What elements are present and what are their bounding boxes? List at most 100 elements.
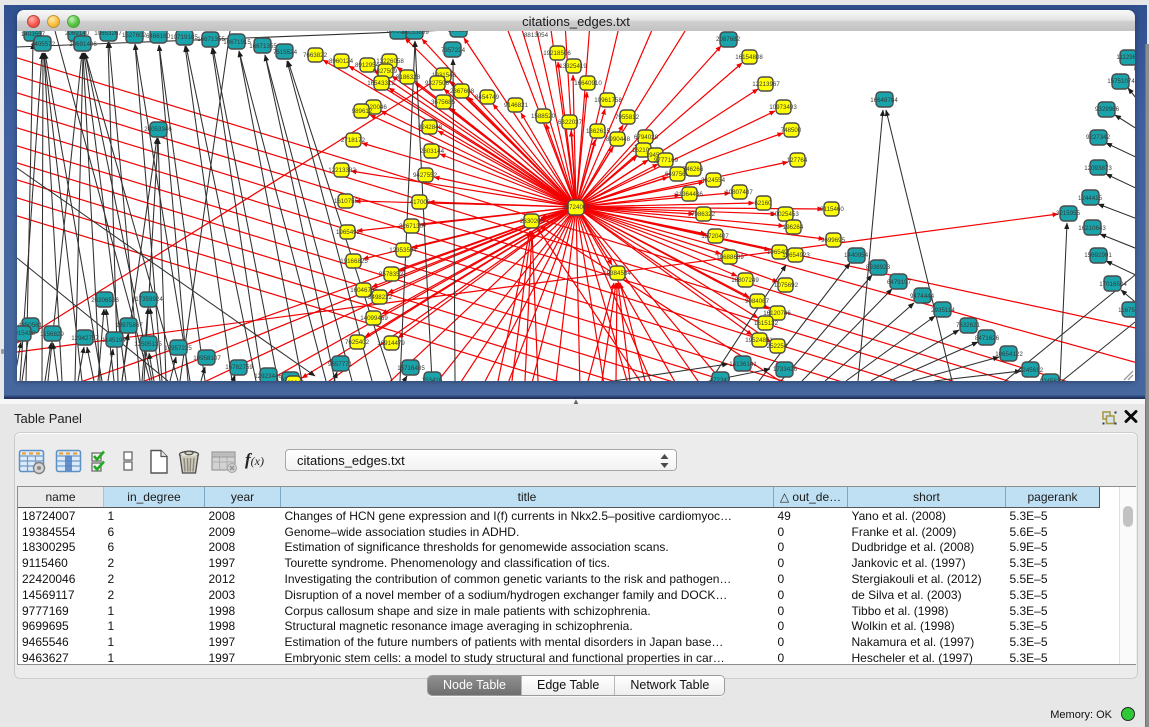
svg-text:1527602: 1527602 bbox=[122, 32, 147, 39]
svg-text:153416: 153416 bbox=[422, 377, 443, 381]
svg-text:6479197: 6479197 bbox=[887, 279, 912, 286]
svg-text:14099469: 14099469 bbox=[360, 315, 388, 322]
svg-text:8578352: 8578352 bbox=[379, 271, 404, 278]
svg-text:2087682: 2087682 bbox=[716, 36, 741, 43]
svg-text:10671915: 10671915 bbox=[223, 39, 251, 46]
svg-text:3624554: 3624554 bbox=[701, 177, 726, 184]
svg-text:1167533: 1167533 bbox=[1118, 307, 1135, 314]
svg-text:21364436: 21364436 bbox=[675, 191, 703, 198]
svg-text:10688609: 10688609 bbox=[716, 254, 744, 261]
svg-text:3675685: 3675685 bbox=[431, 99, 456, 106]
svg-text:17957225: 17957225 bbox=[164, 345, 192, 352]
svg-text:14136141: 14136141 bbox=[729, 361, 757, 368]
svg-text:1156829: 1156829 bbox=[40, 331, 64, 338]
svg-text:19654923: 19654923 bbox=[782, 252, 810, 259]
svg-text:16154808: 16154808 bbox=[735, 54, 763, 61]
svg-text:16543312: 16543312 bbox=[367, 80, 395, 87]
svg-text:10719185: 10719185 bbox=[170, 34, 198, 41]
svg-text:9242848: 9242848 bbox=[418, 124, 443, 131]
svg-text:9327509: 9327509 bbox=[373, 68, 398, 75]
svg-text:17359924: 17359924 bbox=[135, 296, 163, 303]
svg-text:3915412: 3915412 bbox=[17, 330, 36, 337]
svg-text:4405572: 4405572 bbox=[31, 41, 56, 48]
svg-text:6466160: 6466160 bbox=[146, 33, 171, 40]
svg-text:127764: 127764 bbox=[787, 157, 808, 164]
svg-text:16782759: 16782759 bbox=[225, 364, 253, 371]
svg-text:2803144: 2803144 bbox=[420, 148, 445, 155]
svg-text:746266: 746266 bbox=[683, 166, 704, 173]
svg-text:10654122: 10654122 bbox=[995, 351, 1023, 358]
svg-text:20206536: 20206536 bbox=[91, 297, 119, 304]
svg-text:196264: 196264 bbox=[783, 224, 804, 231]
svg-text:20691406: 20691406 bbox=[69, 41, 97, 48]
svg-text:9474444: 9474444 bbox=[910, 293, 935, 300]
svg-text:16640910: 16640910 bbox=[574, 80, 602, 87]
svg-text:9427552: 9427552 bbox=[413, 172, 438, 179]
svg-text:62160: 62160 bbox=[754, 200, 772, 207]
svg-text:8454749: 8454749 bbox=[475, 94, 500, 101]
svg-text:13325419: 13325419 bbox=[559, 63, 587, 70]
svg-text:19218506: 19218506 bbox=[543, 50, 571, 57]
svg-text:1362615: 1362615 bbox=[586, 128, 611, 135]
svg-text:1965492: 1965492 bbox=[336, 229, 361, 236]
svg-text:2330203: 2330203 bbox=[520, 218, 545, 225]
svg-text:12213967: 12213967 bbox=[752, 81, 780, 88]
svg-text:10653267: 10653267 bbox=[94, 31, 122, 37]
svg-text:9329966: 9329966 bbox=[1095, 106, 1120, 113]
svg-text:172342: 172342 bbox=[710, 377, 731, 381]
svg-text:16210643: 16210643 bbox=[1078, 225, 1106, 232]
svg-text:7632621: 7632621 bbox=[956, 322, 981, 329]
svg-text:15751074: 15751074 bbox=[1107, 78, 1135, 85]
svg-text:7515524: 7515524 bbox=[273, 49, 298, 56]
svg-text:9657771: 9657771 bbox=[328, 361, 353, 368]
svg-text:8938923: 8938923 bbox=[866, 264, 891, 271]
svg-text:1733426: 1733426 bbox=[773, 366, 798, 373]
svg-text:12213382: 12213382 bbox=[328, 167, 356, 174]
svg-text:15692901: 15692901 bbox=[1084, 252, 1112, 259]
svg-text:16914479: 16914479 bbox=[377, 340, 405, 347]
svg-text:16648784: 16648784 bbox=[870, 97, 898, 104]
svg-text:12942757: 12942757 bbox=[71, 335, 99, 342]
svg-text:160338: 160338 bbox=[448, 31, 469, 34]
svg-text:989612: 989612 bbox=[352, 108, 373, 115]
svg-text:10807487: 10807487 bbox=[725, 189, 753, 196]
svg-text:6794028: 6794028 bbox=[634, 134, 659, 141]
svg-text:10958107: 10958107 bbox=[193, 355, 221, 362]
svg-text:18807249: 18807249 bbox=[731, 277, 759, 284]
svg-text:9327508: 9327508 bbox=[425, 80, 450, 87]
svg-text:3215955: 3215955 bbox=[1056, 210, 1081, 217]
svg-text:12353594: 12353594 bbox=[389, 247, 417, 254]
svg-text:9777169: 9777169 bbox=[654, 157, 679, 164]
svg-text:8990448: 8990448 bbox=[606, 136, 631, 143]
svg-text:19166825: 19166825 bbox=[340, 258, 368, 265]
svg-text:252254: 252254 bbox=[767, 343, 788, 350]
svg-text:9146821: 9146821 bbox=[504, 102, 529, 109]
svg-text:1244415: 1244415 bbox=[1078, 195, 1103, 202]
svg-text:1075692: 1075692 bbox=[774, 282, 799, 289]
svg-text:7357224: 7357224 bbox=[441, 47, 466, 54]
svg-text:7986322: 7986322 bbox=[691, 211, 716, 218]
svg-text:1588520: 1588520 bbox=[531, 113, 556, 120]
svg-text:962342: 962342 bbox=[284, 380, 305, 381]
svg-text:19384554: 19384554 bbox=[603, 270, 631, 277]
svg-text:6322037: 6322037 bbox=[558, 119, 583, 126]
svg-text:1610755: 1610755 bbox=[334, 198, 359, 205]
svg-text:2718172: 2718172 bbox=[341, 137, 366, 144]
svg-text:9227342: 9227342 bbox=[1086, 134, 1111, 141]
svg-text:7663822: 7663822 bbox=[303, 52, 328, 59]
svg-text:10973493: 10973493 bbox=[769, 104, 797, 111]
svg-text:19975867: 19975867 bbox=[115, 322, 143, 329]
svg-text:15720407: 15720407 bbox=[701, 233, 729, 240]
svg-text:15716485: 15716485 bbox=[397, 365, 425, 372]
svg-text:7625402: 7625402 bbox=[345, 339, 370, 346]
svg-text:417006: 417006 bbox=[410, 199, 431, 206]
svg-text:8813054: 8813054 bbox=[524, 32, 549, 39]
svg-text:2367608: 2367608 bbox=[450, 88, 475, 95]
svg-text:9115460: 9115460 bbox=[820, 206, 844, 213]
svg-text:1440954: 1440954 bbox=[844, 252, 869, 259]
svg-text:8186328: 8186328 bbox=[396, 74, 421, 81]
svg-text:8471626: 8471626 bbox=[975, 335, 1000, 342]
svg-text:7955812: 7955812 bbox=[615, 114, 640, 121]
svg-text:924561: 924561 bbox=[1040, 378, 1061, 381]
svg-text:2935114: 2935114 bbox=[931, 307, 955, 314]
